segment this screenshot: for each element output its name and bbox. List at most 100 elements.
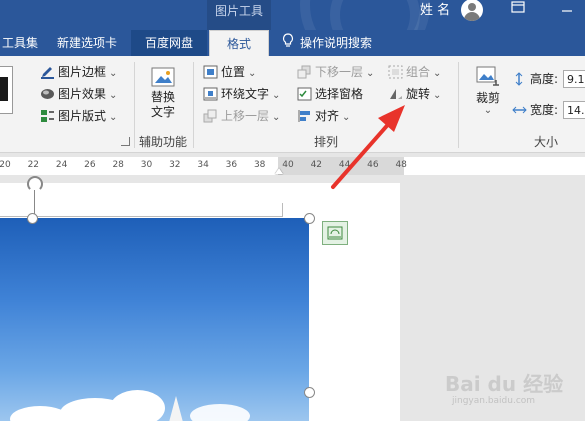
ruler-tick-label: 40 — [282, 160, 294, 170]
group-label: 组合 — [406, 65, 431, 79]
send-backward-button[interactable]: 下移一层 ⌄ — [297, 62, 374, 82]
wrap-text-button[interactable]: 环绕文字 ⌄ — [203, 84, 280, 104]
chevron-down-icon: ⌄ — [433, 68, 442, 79]
ruler-tick-label: 42 — [310, 160, 323, 170]
bring-forward-icon — [203, 109, 218, 123]
chevron-down-icon: ⌄ — [433, 90, 442, 101]
alt-text-label-1: 替换 — [150, 90, 175, 104]
ruler-tick-label: 20 — [0, 160, 11, 170]
group-button[interactable]: 组合 ⌄ — [388, 62, 441, 82]
group-icon — [388, 65, 403, 79]
ruler-tick-label: 24 — [55, 160, 68, 170]
tab-baidu-netdisk[interactable]: 百度网盘 — [131, 30, 207, 56]
align-button[interactable]: 对齐 ⌄ — [297, 106, 350, 126]
bring-forward-label: 上移一层 — [221, 109, 270, 123]
cloud — [190, 404, 250, 421]
width-label: 宽度: — [530, 103, 559, 117]
ruler-tick-label: 30 — [140, 160, 153, 170]
ruler-tick-label: 22 — [27, 160, 40, 170]
layout-options-button[interactable] — [322, 221, 348, 245]
resize-handle-top-left[interactable] — [27, 213, 38, 224]
text-line-end — [282, 203, 283, 217]
tab-format[interactable]: 格式 — [209, 30, 269, 58]
group-label-size: 大小 — [534, 135, 559, 149]
picture-border-label: 图片边框 — [58, 65, 107, 79]
contextual-tools-label: 图片工具 — [215, 4, 264, 18]
indent-marker-icon[interactable] — [275, 168, 283, 174]
resize-handle-top-right[interactable] — [304, 213, 315, 224]
crop-icon — [475, 64, 501, 88]
picture-border-button[interactable]: 图片边框 ⌄ — [40, 62, 117, 82]
ruler-tick-label: 32 — [169, 160, 181, 170]
username[interactable]: 姓 名 — [420, 0, 450, 22]
ruler-tick-label: 38 — [253, 160, 266, 170]
picture-layout-button[interactable]: 图片版式 ⌄ — [40, 106, 117, 126]
group-separator — [134, 62, 135, 148]
selection-pane-icon — [297, 87, 312, 101]
ruler-tick-label: 26 — [84, 160, 96, 170]
picture-effects-label: 图片效果 — [58, 87, 107, 101]
ruler-tick-label: 48 — [395, 160, 407, 170]
ruler-tick-label: 34 — [197, 160, 209, 170]
wrap-text-label: 环绕文字 — [221, 87, 270, 101]
chevron-down-icon: ⌄ — [272, 90, 281, 101]
align-icon — [297, 109, 312, 123]
restore-icon[interactable] — [503, 0, 533, 22]
selection-pane-button[interactable]: 选择窗格 — [297, 84, 363, 104]
chevron-down-icon: ⌄ — [109, 68, 118, 79]
layout-options-icon — [327, 226, 343, 240]
chevron-down-icon: ⌄ — [366, 68, 375, 79]
cloud — [110, 390, 165, 421]
bring-forward-button[interactable]: 上移一层 ⌄ — [203, 106, 280, 126]
rotate-label: 旋转 — [406, 87, 431, 101]
ruler-tick-label: 28 — [112, 160, 124, 170]
rotate-button[interactable]: 旋转 ⌄ — [388, 84, 441, 104]
crop-button[interactable]: 裁剪 ⌄ — [472, 64, 504, 130]
layout-icon — [40, 109, 55, 123]
tab-label: 新建选项卡 — [56, 36, 117, 50]
ruler-tick-label: 46 — [367, 160, 379, 170]
chevron-down-icon: ⌄ — [342, 112, 351, 123]
align-label: 对齐 — [315, 109, 340, 123]
height-input[interactable]: 9.1 — [563, 70, 585, 88]
height-icon — [512, 71, 527, 86]
alt-text-label-2: 文字 — [150, 105, 175, 119]
lightbulb-icon — [282, 31, 294, 57]
group-separator — [458, 62, 459, 148]
tab-label: 百度网盘 — [144, 36, 193, 50]
horizontal-ruler[interactable]: 20 22 24 26 28 30 32 34 36 38 40 42 44 46 48 — [0, 157, 585, 176]
selected-picture[interactable] — [0, 218, 309, 421]
tab-new-tab[interactable]: 新建选项卡 — [48, 30, 126, 56]
position-button[interactable]: 位置 ⌄ — [203, 62, 256, 82]
group-separator — [193, 62, 194, 148]
picture-effects-button[interactable]: 图片效果 ⌄ — [40, 84, 117, 104]
chevron-down-icon: ⌄ — [483, 105, 493, 116]
tab-tell-me[interactable]: 操作说明搜索 — [282, 30, 392, 56]
tab-label: 操作说明搜索 — [300, 36, 373, 50]
ruler-tick-label: 44 — [338, 160, 351, 170]
resize-handle-middle-right[interactable] — [304, 387, 315, 398]
ruler-tick-label: 36 — [225, 160, 238, 170]
title-bar: 图片工具 姓 名 — [0, 0, 585, 70]
effects-icon — [40, 87, 55, 101]
avatar[interactable] — [461, 0, 483, 21]
width-input[interactable]: 14.6 — [563, 101, 585, 119]
chevron-down-icon: ⌄ — [272, 112, 281, 123]
chevron-down-icon: ⌄ — [109, 112, 118, 123]
watermark-subtext: jingyan.baidu.com — [452, 396, 536, 406]
minimize-icon[interactable] — [552, 0, 582, 22]
send-backward-icon — [297, 65, 312, 79]
position-label: 位置 — [221, 65, 246, 79]
rotation-handle-icon[interactable] — [27, 176, 43, 192]
tab-label: 格式 — [226, 37, 251, 51]
dialog-launcher-icon[interactable] — [121, 137, 130, 146]
picture-style-thumbnail[interactable] — [0, 66, 13, 114]
selection-pane-label: 选择窗格 — [315, 87, 364, 101]
tab-toolset[interactable]: 工具集 — [0, 30, 40, 56]
ribbon: 图片边框 ⌄ 图片效果 ⌄ 图片版式 ⌄ 替换 文字 辅助功能 位置 ⌄ 环绕文字 ⌄ 上… — [0, 56, 585, 153]
width-label-row: 宽度: — [512, 100, 558, 120]
rotate-icon — [388, 87, 403, 101]
wrap-text-icon — [203, 87, 218, 101]
alt-text-button[interactable]: 替换 文字 — [142, 62, 184, 130]
handle-connector — [34, 190, 35, 216]
